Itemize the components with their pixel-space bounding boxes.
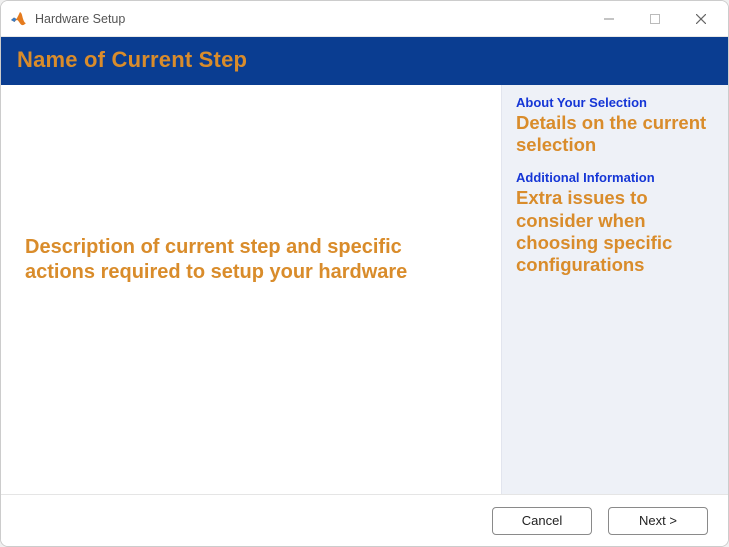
button-bar: Cancel Next > (1, 494, 728, 546)
step-description: Description of current step and specific… (25, 235, 477, 285)
step-header-title: Name of Current Step (17, 47, 712, 73)
titlebar: Hardware Setup (1, 1, 728, 37)
main-panel: Description of current step and specific… (1, 85, 501, 494)
cancel-button[interactable]: Cancel (492, 507, 592, 535)
step-header: Name of Current Step (1, 37, 728, 85)
maximize-button[interactable] (632, 4, 678, 34)
about-section-title: About Your Selection (516, 95, 714, 110)
side-panel: About Your Selection Details on the curr… (501, 85, 728, 494)
matlab-icon (11, 11, 27, 27)
window-frame: Hardware Setup Name of Current Step Desc… (0, 0, 729, 547)
about-section: About Your Selection Details on the curr… (516, 95, 714, 156)
minimize-button[interactable] (586, 4, 632, 34)
window-title: Hardware Setup (35, 12, 586, 26)
additional-section-body: Extra issues to consider when choosing s… (516, 187, 714, 276)
about-section-body: Details on the current selection (516, 112, 714, 156)
window-controls (586, 4, 724, 34)
close-button[interactable] (678, 4, 724, 34)
content-area: Description of current step and specific… (1, 85, 728, 494)
additional-section: Additional Information Extra issues to c… (516, 170, 714, 276)
next-button[interactable]: Next > (608, 507, 708, 535)
additional-section-title: Additional Information (516, 170, 714, 185)
